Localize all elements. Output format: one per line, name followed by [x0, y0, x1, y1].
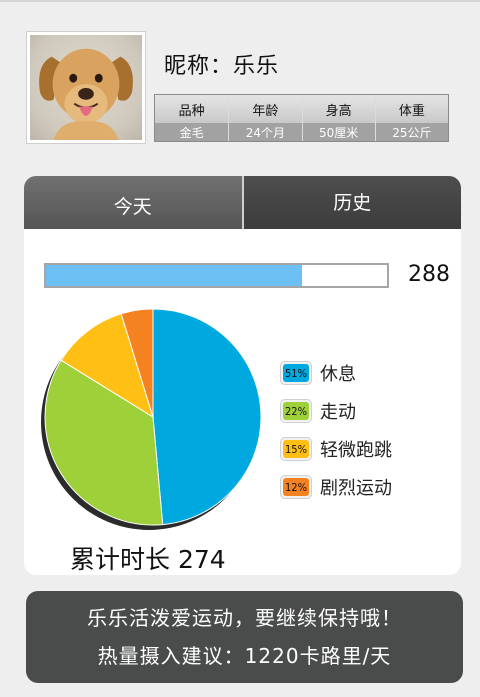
stat-age-value: 24个月: [229, 123, 302, 141]
pet-nickname: 昵称：乐乐: [164, 54, 280, 79]
activity-progress-bar: [44, 263, 389, 288]
legend-percent-rest: 51%: [283, 364, 309, 382]
stat-height: 身高 50厘米: [301, 95, 375, 141]
tab-today[interactable]: 今天: [24, 176, 242, 229]
stat-weight-label: 体重: [375, 95, 448, 123]
legend-item-walk: 22% 走动: [280, 392, 392, 430]
legend-badge-light: 15%: [280, 437, 312, 461]
legend-percent-intense: 12%: [283, 478, 309, 496]
stat-breed-label: 品种: [155, 95, 229, 123]
stat-height-label: 身高: [302, 95, 375, 123]
top-divider: [0, 0, 480, 2]
stat-age-label: 年龄: [229, 95, 302, 123]
pie-slice-rest: [152, 308, 262, 526]
legend-label-rest: 休息: [320, 364, 356, 385]
advice-line-1: 乐乐活泼爱运动，要继续保持哦！: [87, 606, 402, 630]
activity-pie-chart: [41, 308, 262, 530]
legend-item-intense: 12% 剧烈运动: [280, 468, 392, 506]
legend-label-light: 轻微跑跳: [320, 440, 392, 461]
dog-icon: [39, 48, 133, 140]
stat-weight-value: 25公斤: [375, 123, 448, 141]
legend-label-intense: 剧烈运动: [320, 478, 392, 499]
progress-value: 288: [408, 262, 450, 287]
stat-age: 年龄 24个月: [228, 95, 302, 141]
legend-percent-light: 15%: [283, 440, 309, 458]
tab-history[interactable]: 历史: [241, 176, 461, 229]
legend-percent-walk: 22%: [283, 402, 309, 420]
tab-bar: 今天 历史: [24, 176, 461, 229]
dog-photo: [30, 35, 142, 140]
progress-fill: [46, 265, 302, 286]
stat-breed-value: 金毛: [155, 123, 229, 141]
legend-badge-rest: 51%: [280, 361, 312, 385]
legend-label-walk: 走动: [320, 402, 356, 423]
stat-weight: 体重 25公斤: [374, 95, 448, 141]
pie-legend: 51% 休息 22% 走动 15% 轻微跑跳 12% 剧烈运动: [280, 354, 392, 506]
legend-item-rest: 51% 休息: [280, 354, 392, 392]
total-duration: 累计时长 274: [70, 545, 226, 574]
advice-panel: 乐乐活泼爱运动，要继续保持哦！ 热量摄入建议：1220卡路里/天: [26, 591, 463, 683]
advice-line-2: 热量摄入建议：1220卡路里/天: [97, 644, 392, 668]
legend-badge-walk: 22%: [280, 399, 312, 423]
legend-item-light: 15% 轻微跑跳: [280, 430, 392, 468]
pet-avatar[interactable]: [26, 31, 146, 144]
stat-breed: 品种 金毛: [155, 95, 229, 141]
legend-badge-intense: 12%: [280, 475, 312, 499]
activity-card: 今天 历史 288 51% 休息 22% 走动 15% 轻微跑跳 12% 剧烈运…: [24, 176, 461, 575]
pet-stats-table: 品种 金毛 年龄 24个月 身高 50厘米 体重 25公斤: [154, 94, 449, 142]
stat-height-value: 50厘米: [302, 123, 375, 141]
